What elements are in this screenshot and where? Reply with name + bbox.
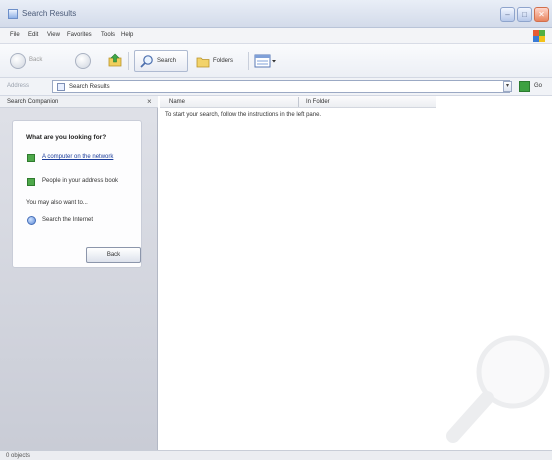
- window-title: Search Results: [22, 9, 77, 18]
- pane-close-button[interactable]: ×: [147, 97, 152, 106]
- globe-icon[interactable]: [27, 216, 36, 225]
- go-arrow-icon[interactable]: [519, 81, 530, 92]
- address-dropdown-button[interactable]: ▾: [503, 81, 512, 92]
- menu-bar: File Edit View Favorites Tools Help: [0, 28, 552, 44]
- question-heading: What are you looking for?: [26, 134, 107, 141]
- minimize-button[interactable]: –: [500, 7, 515, 22]
- toolbar-separator: [128, 52, 129, 70]
- address-bar: Address Search Results ▾ Go: [0, 78, 552, 96]
- views-menu-icon[interactable]: [254, 53, 278, 69]
- network-computer-icon[interactable]: [27, 154, 35, 162]
- toolbar-separator: [248, 52, 249, 70]
- results-pane: Name In Folder To start your search, fol…: [160, 96, 552, 450]
- address-input[interactable]: Search Results: [52, 80, 510, 93]
- pane-title: Search Companion: [7, 99, 59, 105]
- option-search-internet[interactable]: Search the Internet: [42, 217, 93, 223]
- go-button[interactable]: Go: [534, 83, 542, 89]
- status-text: 0 objects: [6, 453, 31, 459]
- search-window-icon: [8, 9, 18, 19]
- search-icon: [139, 54, 154, 69]
- status-bar: 0 objects: [0, 450, 552, 460]
- search-button[interactable]: Search: [134, 50, 188, 72]
- back-arrow-icon[interactable]: [10, 53, 26, 69]
- column-divider[interactable]: [298, 97, 299, 107]
- search-options-card: What are you looking for? A computer on …: [12, 120, 142, 268]
- maximize-button[interactable]: □: [517, 7, 532, 22]
- pane-header: Search Companion ×: [0, 96, 158, 108]
- folder-icon: [196, 55, 210, 68]
- column-name[interactable]: Name: [169, 99, 185, 105]
- close-button[interactable]: ✕: [534, 7, 549, 22]
- menu-tools[interactable]: Tools: [101, 32, 115, 38]
- magnifier-watermark-icon: [446, 335, 550, 443]
- menu-favorites[interactable]: Favorites: [67, 32, 92, 38]
- up-folder-icon[interactable]: [108, 53, 122, 67]
- title-bar: Search Results – □ ✕: [0, 0, 552, 28]
- address-label: Address: [7, 83, 30, 89]
- folders-label: Folders: [213, 58, 234, 64]
- windows-logo-icon: [532, 29, 546, 43]
- forward-arrow-icon[interactable]: [75, 53, 91, 69]
- menu-help[interactable]: Help: [121, 32, 133, 38]
- address-value: Search Results: [69, 84, 110, 90]
- column-in-folder[interactable]: In Folder: [306, 99, 330, 105]
- menu-edit[interactable]: Edit: [28, 32, 38, 38]
- results-column-header: Name In Folder: [160, 96, 436, 108]
- search-results-icon: [57, 83, 65, 91]
- folders-button[interactable]: Folders: [192, 50, 244, 72]
- also-want-label: You may also want to...: [26, 200, 88, 206]
- results-hint: To start your search, follow the instruc…: [165, 112, 322, 118]
- menu-view[interactable]: View: [47, 32, 60, 38]
- back-label[interactable]: Back: [29, 57, 42, 63]
- menu-file[interactable]: File: [10, 32, 20, 38]
- search-companion-pane: Search Companion × What are you looking …: [0, 96, 158, 450]
- option-people-address-book[interactable]: People in your address book: [42, 177, 122, 185]
- toolbar: Back Search Folders: [0, 44, 552, 78]
- search-label: Search: [157, 58, 177, 64]
- companion-back-button[interactable]: Back: [86, 247, 141, 263]
- option-computer-on-network[interactable]: A computer on the network: [42, 153, 114, 161]
- address-book-icon[interactable]: [27, 178, 35, 186]
